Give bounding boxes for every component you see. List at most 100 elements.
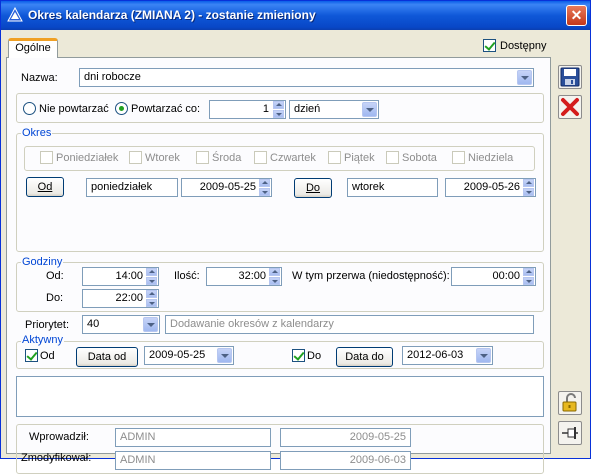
- day-label-wtorek: Wtorek: [145, 152, 180, 164]
- spin-up-icon[interactable]: [523, 268, 534, 276]
- data-do-button-label: Data do: [345, 351, 384, 363]
- okres-od-button[interactable]: Od: [26, 177, 64, 197]
- tab-label: Ogólne: [15, 42, 51, 54]
- godziny-do-spinner[interactable]: [146, 290, 157, 307]
- przerwa-value: 00:00: [492, 270, 520, 282]
- save-button[interactable]: [558, 65, 582, 89]
- okres-do-day-value: wtorek: [352, 181, 385, 193]
- day-label-poniedzialek: Poniedziałek: [56, 152, 119, 164]
- ilosc-value: 32:00: [238, 270, 266, 282]
- nazwa-label: Nazwa:: [21, 72, 58, 84]
- aktywny-title: Aktywny: [21, 334, 64, 346]
- title-bar[interactable]: Okres kalendarza (ZMIANA 2) - zostanie z…: [1, 1, 590, 30]
- pin-button[interactable]: [558, 421, 582, 445]
- repeat-radio[interactable]: [115, 102, 128, 115]
- client-area: Ogólne Dostępny Nazwa: dni robocze Nie p…: [4, 30, 587, 474]
- window-title: Okres kalendarza (ZMIANA 2) - zostanie z…: [28, 8, 316, 22]
- spin-down-icon[interactable]: [259, 188, 270, 196]
- spin-down-icon[interactable]: [146, 299, 157, 307]
- okres-do-button-label: Do: [305, 182, 321, 194]
- day-checkbox-poniedzialek[interactable]: [40, 151, 53, 164]
- no-repeat-label: Nie powtarzać: [39, 103, 109, 115]
- aktywny-od-date-dropdown[interactable]: [217, 348, 232, 363]
- okres-do-button[interactable]: Do: [294, 178, 332, 198]
- ilosc-label: Ilość:: [174, 270, 200, 282]
- no-repeat-radio[interactable]: [23, 102, 36, 115]
- wprowadzil-date-value: 2009-05-25: [349, 431, 406, 443]
- ilosc-spinner[interactable]: [269, 268, 280, 285]
- day-label-czwartek: Czwartek: [270, 152, 316, 164]
- tab-ogolne[interactable]: Ogólne: [8, 38, 58, 58]
- przerwa-spinner[interactable]: [523, 268, 534, 285]
- godziny-do-label: Do:: [46, 292, 64, 304]
- aktywny-do-checkbox[interactable]: [292, 349, 305, 362]
- spin-up-icon[interactable]: [259, 179, 270, 187]
- spin-down-icon[interactable]: [523, 277, 534, 285]
- day-label-sobota: Sobota: [402, 152, 437, 164]
- spin-down-icon[interactable]: [523, 188, 534, 196]
- dostepny-checkbox[interactable]: [483, 39, 496, 52]
- day-checkbox-sobota[interactable]: [386, 151, 399, 164]
- priorytet-value: 40: [87, 318, 100, 330]
- cancel-button[interactable]: [558, 95, 582, 119]
- close-button[interactable]: ✕: [566, 5, 587, 26]
- repeat-count-spinner[interactable]: [273, 101, 284, 118]
- spin-up-icon[interactable]: [146, 268, 157, 276]
- okres-do-day-field[interactable]: wtorek: [347, 178, 438, 197]
- notes-textarea[interactable]: [16, 376, 544, 417]
- cancel-icon: [561, 98, 579, 116]
- aktywny-od-label: Od: [40, 350, 55, 362]
- wprowadzil-user-value: ADMIN: [120, 431, 156, 443]
- day-checkbox-sroda[interactable]: [196, 151, 209, 164]
- day-checkbox-piatek[interactable]: [328, 151, 341, 164]
- close-icon: ✕: [570, 7, 583, 23]
- repeat-unit-dropdown-button[interactable]: [362, 102, 377, 117]
- save-icon: [560, 67, 580, 87]
- godziny-od-spinner[interactable]: [146, 268, 157, 285]
- unlock-icon: [562, 393, 577, 412]
- spin-down-icon[interactable]: [146, 277, 157, 285]
- tab-panel: Nazwa: dni robocze Nie powtarzać Powtarz…: [6, 57, 551, 474]
- day-label-piatek: Piątek: [344, 152, 375, 164]
- wprowadzil-user-field[interactable]: ADMIN: [115, 428, 271, 447]
- aktywny-do-label: Do: [307, 350, 322, 362]
- nazwa-dropdown-button[interactable]: [517, 70, 532, 85]
- spin-up-icon[interactable]: [146, 290, 157, 298]
- priorytet-label: Priorytet:: [25, 319, 70, 331]
- data-od-button[interactable]: Data od: [76, 347, 138, 367]
- spin-down-icon[interactable]: [273, 110, 284, 118]
- aktywny-od-date-value: 2009-05-25: [149, 349, 206, 361]
- okres-od-day-value: poniedziałek: [91, 181, 153, 193]
- repeat-label: Powtarzać co:: [131, 103, 201, 115]
- zmodyfikowal-user-value: ADMIN: [120, 454, 156, 466]
- unlock-button[interactable]: [558, 391, 582, 415]
- okres-od-button-label: Od: [37, 181, 53, 193]
- spin-up-icon[interactable]: [523, 179, 534, 187]
- data-od-button-label: Data od: [87, 351, 127, 363]
- godziny-od-label: Od:: [46, 270, 64, 282]
- aktywny-do-date-dropdown[interactable]: [476, 348, 491, 363]
- repeat-unit-value: dzień: [294, 103, 321, 115]
- okres-do-date-spinner[interactable]: [523, 179, 534, 196]
- priorytet-description-field[interactable]: Dodawanie okresów z kalendarzy: [165, 315, 534, 334]
- day-label-niedziela: Niedziela: [468, 152, 514, 164]
- spin-up-icon[interactable]: [273, 101, 284, 109]
- dialog-window: Okres kalendarza (ZMIANA 2) - zostanie z…: [0, 0, 591, 474]
- data-do-button[interactable]: Data do: [336, 347, 393, 367]
- aktywny-od-checkbox[interactable]: [25, 349, 38, 362]
- spin-up-icon[interactable]: [269, 268, 280, 276]
- zmodyfikowal-date-field[interactable]: 2009-06-03: [280, 451, 411, 470]
- wprowadzil-date-field[interactable]: 2009-05-25: [280, 428, 411, 447]
- nazwa-value: dni robocze: [84, 71, 141, 83]
- zmodyfikowal-user-field[interactable]: ADMIN: [115, 451, 271, 470]
- przerwa-label: W tym przerwa (niedostępność):: [292, 270, 450, 282]
- day-checkbox-wtorek[interactable]: [129, 151, 142, 164]
- day-checkbox-niedziela[interactable]: [452, 151, 465, 164]
- okres-od-day-field[interactable]: poniedziałek: [86, 178, 178, 197]
- nazwa-field[interactable]: dni robocze: [79, 68, 534, 87]
- spin-down-icon[interactable]: [269, 277, 280, 285]
- priorytet-dropdown-button[interactable]: [143, 317, 158, 332]
- okres-od-date-spinner[interactable]: [259, 179, 270, 196]
- zmodyfikowal-label: Zmodyfikował:: [21, 452, 92, 464]
- day-checkbox-czwartek[interactable]: [254, 151, 267, 164]
